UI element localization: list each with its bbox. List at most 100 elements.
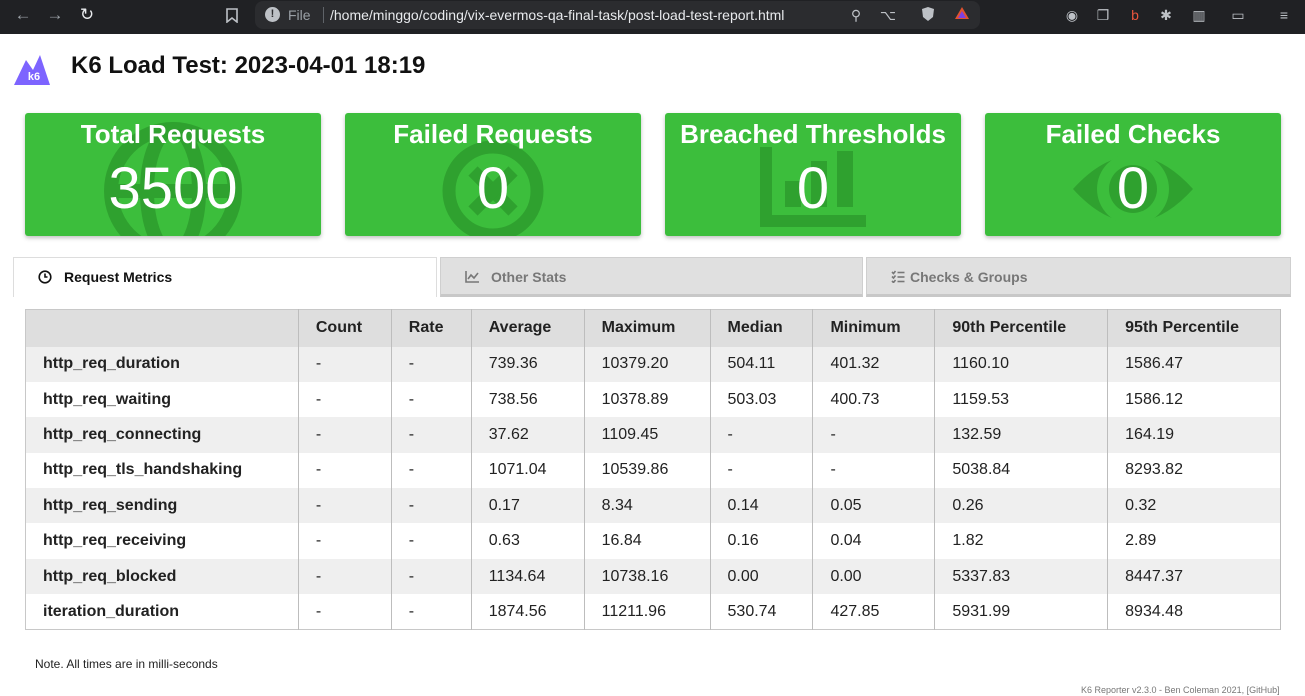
browser-toolbar: ← → ↻ ! File /home/minggo/coding/vix-eve…	[0, 0, 1305, 34]
metric-value-cell: -	[298, 488, 392, 524]
metric-value-cell: 1586.12	[1107, 381, 1281, 418]
address-separator	[323, 7, 324, 23]
wallet-icon[interactable]: ▭	[1229, 6, 1247, 24]
column-header: 95th Percentile	[1107, 309, 1281, 347]
metric-value-cell: -	[298, 346, 392, 382]
metric-value-cell: 0.16	[710, 523, 814, 559]
metric-value-cell: 8.34	[584, 488, 711, 524]
column-header: Median	[710, 309, 814, 347]
column-header: Average	[471, 309, 585, 347]
bookmark-icon[interactable]	[217, 0, 247, 30]
tab-label: Checks & Groups	[910, 269, 1028, 285]
metric-value-cell: 5337.83	[934, 558, 1109, 595]
metric-value-cell: 2.89	[1107, 523, 1281, 559]
metric-value-cell: 11211.96	[584, 594, 711, 630]
url-text[interactable]: /home/minggo/coding/vix-evermos-qa-final…	[330, 7, 784, 23]
card-title: Breached Thresholds	[680, 119, 946, 149]
metric-value-cell: -	[391, 346, 472, 382]
tab-checks-groups[interactable]: Checks & Groups	[866, 257, 1291, 297]
metric-value-cell: 1159.53	[934, 381, 1109, 418]
extension-spy-icon[interactable]: ◉	[1063, 6, 1081, 24]
metric-value-cell: 0.00	[710, 558, 814, 595]
table-row: http_req_duration - -739.36 10379.20 504.11 4…	[25, 346, 1281, 382]
metric-value-cell: 0.17	[471, 488, 585, 524]
clock-icon	[38, 270, 52, 284]
card-value: 0	[796, 156, 830, 221]
metric-name-cell: http_req_tls_handshaking	[25, 452, 299, 489]
table-row: http_req_receiving - -0.63 16.84 0.16 0.04 1.8…	[25, 523, 1281, 559]
brave-shield-icon[interactable]	[919, 6, 937, 24]
k6-logo-icon: k6	[13, 52, 51, 86]
tab-label: Other Stats	[491, 269, 567, 285]
metric-value-cell: 1071.04	[471, 452, 585, 489]
menu-icon[interactable]: ≡	[1275, 6, 1293, 24]
extension-bing-icon[interactable]: b	[1126, 6, 1144, 24]
metric-value-cell: 10379.20	[584, 346, 711, 382]
metric-name-cell: http_req_blocked	[25, 558, 299, 595]
address-bar[interactable]: ! File /home/minggo/coding/vix-evermos-q…	[255, 1, 980, 29]
metric-value-cell: 10539.86	[584, 452, 711, 489]
metric-value-cell: 10738.16	[584, 558, 711, 595]
total-requests-card: Total Requests 3500	[25, 113, 321, 236]
metric-value-cell: 1160.10	[934, 346, 1109, 382]
metric-value-cell: 16.84	[584, 523, 711, 559]
extensions-puzzle-icon[interactable]: ✱	[1157, 6, 1175, 24]
metric-value-cell: 738.56	[471, 381, 585, 418]
forward-icon[interactable]: →	[40, 0, 70, 30]
table-row: http_req_sending - -0.17 8.34 0.14 0.05 0.26 0.…	[25, 488, 1281, 524]
request-metrics-table: Count Rate Average Maximum Median Minimu…	[25, 309, 1281, 631]
card-title: Total Requests	[80, 119, 266, 149]
sidebar-toggle-icon[interactable]: ▥	[1190, 6, 1208, 24]
metric-value-cell: 400.73	[812, 381, 936, 418]
metric-value-cell: -	[710, 452, 814, 489]
table-row: http_req_tls_handshaking - -1071.04 10539.8…	[25, 452, 1281, 489]
metric-value-cell: 1109.45	[584, 417, 711, 453]
metric-value-cell: -	[298, 417, 392, 453]
metric-name-cell: iteration_duration	[25, 594, 299, 630]
metric-value-cell: 164.19	[1107, 417, 1281, 453]
card-value: 0	[1116, 156, 1150, 221]
tab-request-metrics[interactable]: Request Metrics	[13, 257, 437, 297]
metric-value-cell: 530.74	[710, 594, 814, 630]
table-row: http_req_waiting - -738.56 10378.89 503.03 40…	[25, 381, 1281, 418]
extension-copy-icon[interactable]: ❐	[1094, 6, 1112, 24]
note-text: Note. All times are in milli-seconds	[35, 657, 218, 671]
reload-icon[interactable]: ↻	[72, 0, 102, 30]
card-value: 3500	[108, 156, 238, 221]
metric-value-cell: -	[812, 452, 936, 489]
footer-text: K6 Reporter v2.3.0 - Ben Coleman 2021, […	[1081, 685, 1280, 695]
logo-text: k6	[28, 71, 40, 83]
metric-name-cell: http_req_sending	[25, 488, 299, 524]
metric-value-cell: 427.85	[812, 594, 936, 630]
metric-value-cell: 5931.99	[934, 594, 1109, 630]
failed-requests-card: Failed Requests 0	[345, 113, 641, 236]
card-value: 0	[476, 156, 510, 221]
tab-label: Request Metrics	[64, 269, 173, 285]
metric-value-cell: 10378.89	[584, 381, 711, 418]
table-row: http_req_blocked - -1134.64 10738.16 0.00 0.0…	[25, 558, 1281, 595]
zoom-icon[interactable]: ⚲	[847, 6, 865, 24]
line-chart-icon	[465, 271, 479, 283]
table-header-row: Count Rate Average Maximum Median Minimu…	[25, 309, 1281, 347]
metric-value-cell: 1874.56	[471, 594, 585, 630]
info-icon[interactable]: !	[265, 7, 280, 22]
metric-name-cell: http_req_receiving	[25, 523, 299, 559]
metric-value-cell: -	[298, 452, 392, 489]
metric-value-cell: 0.14	[710, 488, 814, 524]
metric-value-cell: 8447.37	[1107, 558, 1281, 595]
metric-value-cell: -	[391, 558, 472, 595]
back-icon[interactable]: ←	[8, 0, 38, 30]
metric-value-cell: 8934.48	[1107, 594, 1281, 630]
metric-value-cell: -	[298, 381, 392, 418]
metric-value-cell: 504.11	[710, 346, 814, 382]
metric-value-cell: -	[391, 381, 472, 418]
metric-value-cell: 0.26	[934, 488, 1109, 524]
brave-rewards-icon[interactable]	[953, 6, 971, 24]
metric-value-cell: 0.32	[1107, 488, 1281, 524]
share-icon[interactable]: ⌥	[879, 6, 897, 24]
tab-other-stats[interactable]: Other Stats	[440, 257, 863, 297]
metric-value-cell: 5038.84	[934, 452, 1109, 489]
column-header: Count	[298, 309, 392, 347]
metric-value-cell: -	[298, 558, 392, 595]
metric-value-cell: -	[391, 452, 472, 489]
